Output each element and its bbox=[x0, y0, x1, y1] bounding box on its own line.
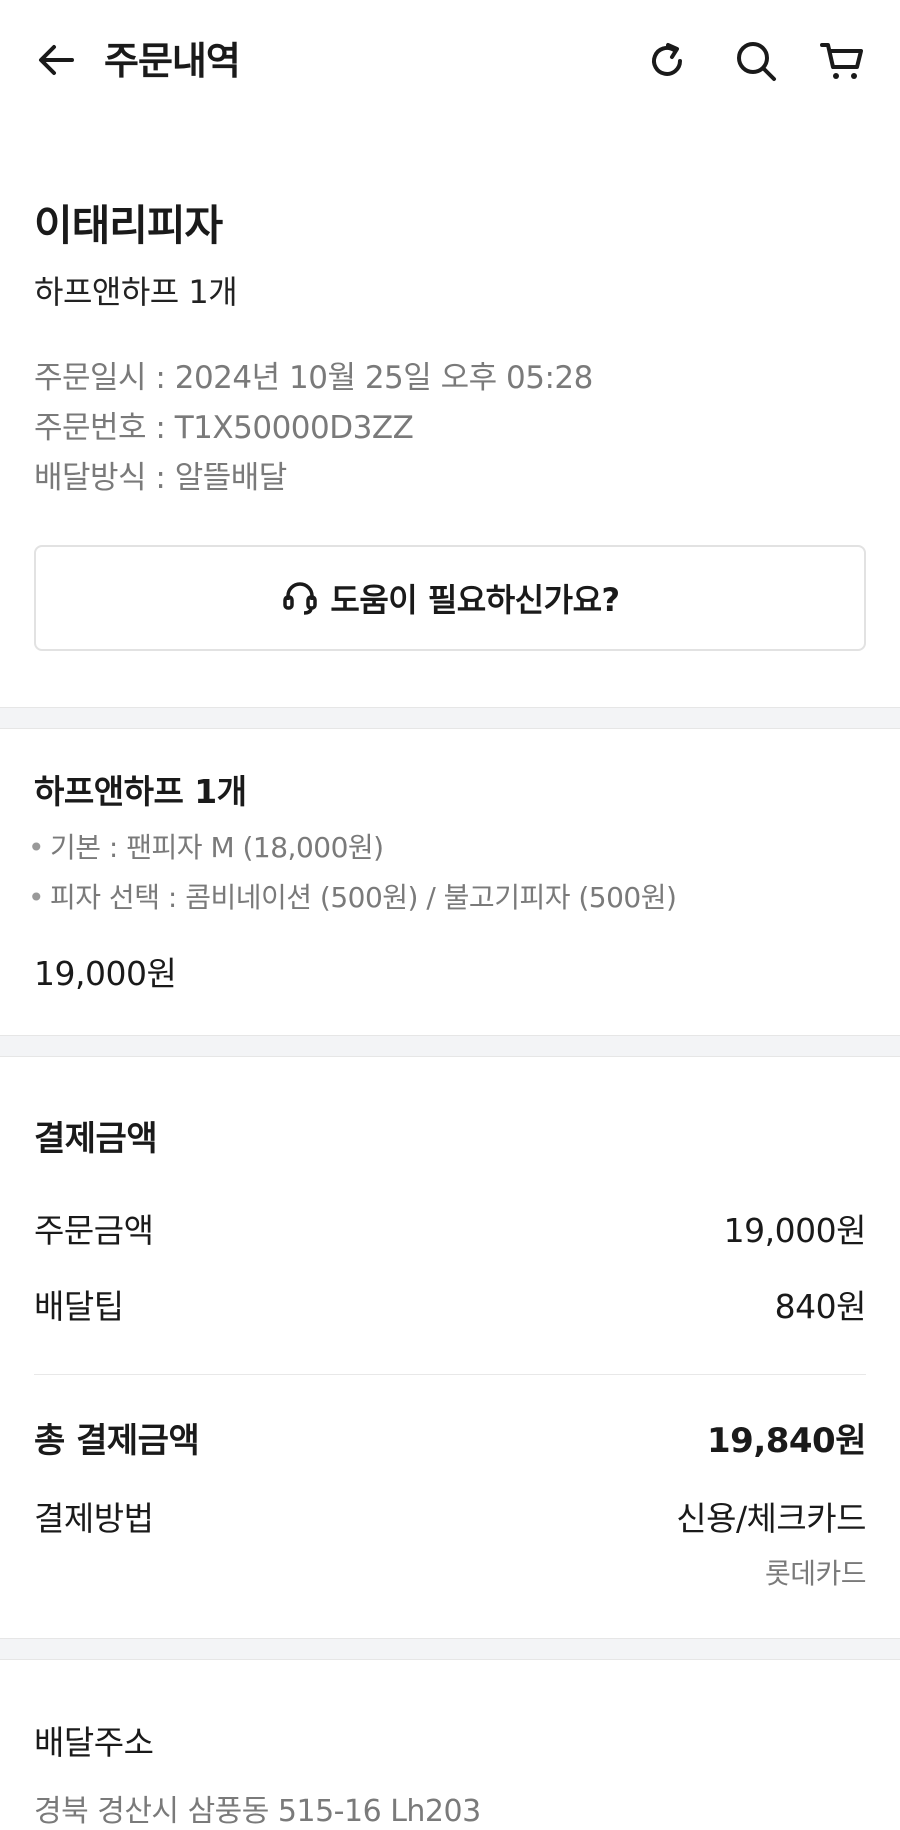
headset-icon bbox=[283, 582, 318, 615]
order-info-section: 이태리피자 하프앤하프 1개 주문일시 : 2024년 10월 25일 오후 0… bbox=[0, 192, 900, 707]
order-date: 주문일시 : 2024년 10월 25일 오후 05:28 bbox=[34, 360, 593, 396]
arrow-left-icon[interactable] bbox=[34, 38, 78, 82]
top-bar: 주문내역 bbox=[0, 0, 900, 122]
payment-section: 결제금액 주문금액 19,000원 배달팁 840원 총 결제금액 19,840… bbox=[0, 1111, 900, 1638]
section-divider bbox=[0, 1035, 900, 1057]
cart-icon[interactable] bbox=[819, 38, 865, 84]
address-title: 배달주소 bbox=[34, 1723, 154, 1762]
section-divider bbox=[0, 707, 900, 729]
payment-method-value: 신용/체크카드 bbox=[676, 1499, 866, 1538]
address-section: 배달주소 경북 경산시 삼풍동 515-16 Lh203 bbox=[0, 1716, 900, 1830]
order-amount-label: 주문금액 bbox=[34, 1211, 154, 1250]
payment-divider bbox=[34, 1374, 866, 1375]
item-price: 19,000원 bbox=[34, 954, 177, 993]
payment-method-row: 결제방법 신용/체크카드 롯데카드 bbox=[34, 1492, 866, 1592]
delivery-tip-label: 배달팁 bbox=[34, 1287, 124, 1326]
order-summary: 하프앤하프 1개 bbox=[34, 273, 238, 311]
card-name: 롯데카드 bbox=[764, 1557, 867, 1590]
item-option: • 기본 : 팬피자 M (18,000원) bbox=[28, 831, 384, 864]
order-amount-row: 주문금액 19,000원 bbox=[34, 1204, 867, 1252]
section-divider bbox=[0, 1638, 900, 1660]
help-button[interactable]: 도움이 필요하신가요? bbox=[34, 545, 866, 651]
item-title: 하프앤하프 1개 bbox=[34, 772, 247, 811]
help-button-label: 도움이 필요하신가요? bbox=[330, 581, 620, 619]
total-amount-row: 총 결제금액 19,840원 bbox=[34, 1413, 866, 1462]
order-meta: 주문일시 : 2024년 10월 25일 오후 05:28 주문번호 : T1X… bbox=[34, 353, 866, 503]
total-amount-value: 19,840원 bbox=[707, 1421, 866, 1461]
payment-method-label: 결제방법 bbox=[34, 1499, 154, 1538]
search-icon[interactable] bbox=[733, 38, 779, 84]
delivery-tip-value: 840원 bbox=[774, 1287, 867, 1326]
item-option: • 피자 선택 : 콤비네이션 (500원) / 불고기피자 (500원) bbox=[28, 881, 677, 914]
store-name: 이태리피자 bbox=[34, 201, 223, 250]
refresh-icon[interactable] bbox=[644, 38, 690, 84]
item-section: 하프앤하프 1개 • 기본 : 팬피자 M (18,000원) • 피자 선택 : … bbox=[0, 765, 900, 1035]
delivery-method: 배달방식 : 알뜰배달 bbox=[34, 460, 287, 496]
delivery-tip-row: 배달팁 840원 bbox=[34, 1280, 867, 1328]
page-title: 주문내역 bbox=[104, 39, 241, 83]
address-value: 경북 경산시 삼풍동 515-16 Lh203 bbox=[34, 1794, 481, 1829]
order-amount-value: 19,000원 bbox=[723, 1211, 867, 1250]
order-number: 주문번호 : T1X50000D3ZZ bbox=[34, 410, 414, 446]
total-amount-label: 총 결제금액 bbox=[34, 1421, 200, 1461]
payment-title: 결제금액 bbox=[34, 1119, 158, 1159]
